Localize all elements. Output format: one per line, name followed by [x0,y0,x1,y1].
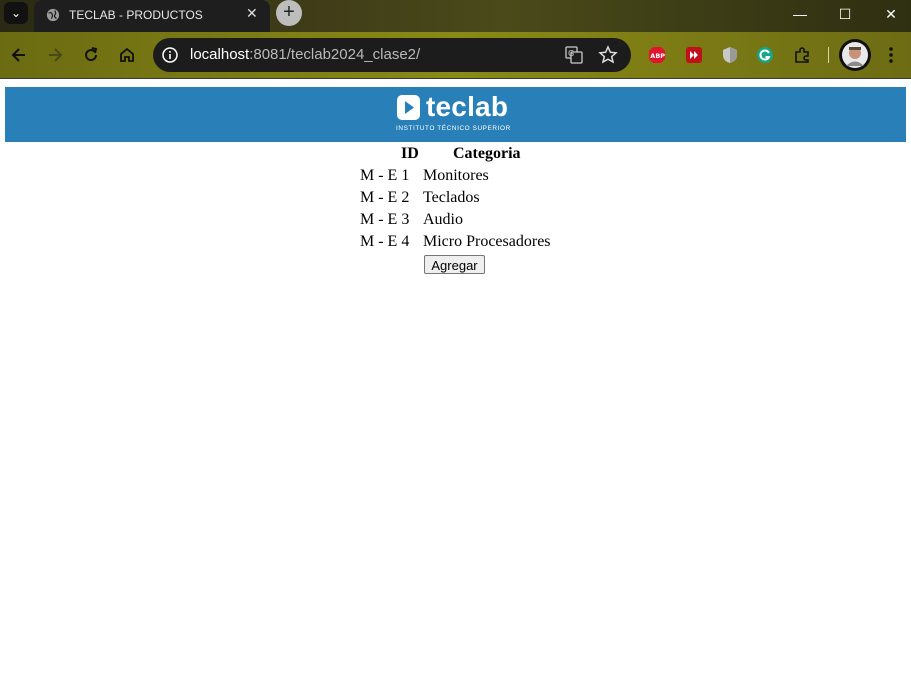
url-host: localhost [190,46,250,63]
address-bar[interactable]: localhost:8081/teclab2024_clase2/ G [153,38,631,72]
forward-arrow-icon[interactable] [45,45,65,65]
row-3-id: M - E 3 [360,211,410,228]
red-extension-icon[interactable] [685,46,703,64]
toolbar-divider [828,47,829,63]
globe-icon [46,8,60,22]
row-1-id: M - E 1 [360,167,410,184]
teclab-logo: teclab INSTITUTO TÉCNICO SUPERIOR [396,91,526,136]
translate-icon[interactable]: G [565,46,583,64]
row-2-categoria: Teclados [423,189,480,206]
grammarly-icon[interactable] [756,46,774,64]
play-logo-icon [397,95,420,120]
browser-tab[interactable]: TECLAB - PRODUCTOS ✕ [34,0,270,32]
svg-text:G: G [568,49,574,58]
logo-text: teclab [426,91,509,122]
bookmark-star-icon[interactable] [598,45,618,65]
chevron-down-icon: ⌄ [10,6,22,20]
row-1-categoria: Monitores [423,167,489,184]
back-arrow-icon[interactable] [9,45,29,65]
url-text: localhost:8081/teclab2024_clase2/ [190,46,420,63]
profile-avatar[interactable] [839,39,871,71]
header-banner: teclab INSTITUTO TÉCNICO SUPERIOR [5,87,906,142]
tab-title: TECLAB - PRODUCTOS [69,8,203,22]
minimize-icon[interactable]: — [788,4,812,24]
toolbar-border [0,78,911,79]
new-tab-button[interactable]: + [276,0,302,26]
row-4-categoria: Micro Procesadores [423,233,551,250]
puzzle-icon[interactable] [793,46,811,64]
header-categoria: Categoria [453,145,521,162]
maximize-icon[interactable]: ☐ [833,4,857,24]
adblock-plus-icon[interactable]: ABP [648,46,666,64]
reload-icon[interactable] [81,45,101,65]
svg-text:ABP: ABP [650,52,665,60]
kebab-menu-icon[interactable] [884,45,898,65]
window-close-icon[interactable]: ✕ [879,4,903,24]
logo-subtitle: INSTITUTO TÉCNICO SUPERIOR [396,125,511,132]
tab-search-button[interactable]: ⌄ [4,2,28,24]
header-id: ID [401,145,419,162]
home-icon[interactable] [117,45,137,65]
tab-close-icon[interactable]: ✕ [246,6,258,20]
agregar-button[interactable]: Agregar [424,255,485,274]
avatar-photo-icon [842,42,868,68]
browser-toolbar: localhost:8081/teclab2024_clase2/ G ABP [0,32,911,78]
row-4-id: M - E 4 [360,233,410,250]
browser-tab-strip: ⌄ TECLAB - PRODUCTOS ✕ + — ☐ ✕ [0,0,911,32]
url-path: :8081/teclab2024_clase2/ [249,46,421,63]
shield-extension-icon[interactable] [721,46,739,64]
site-info-icon[interactable] [162,47,178,63]
row-2-id: M - E 2 [360,189,410,206]
row-3-categoria: Audio [423,211,463,228]
